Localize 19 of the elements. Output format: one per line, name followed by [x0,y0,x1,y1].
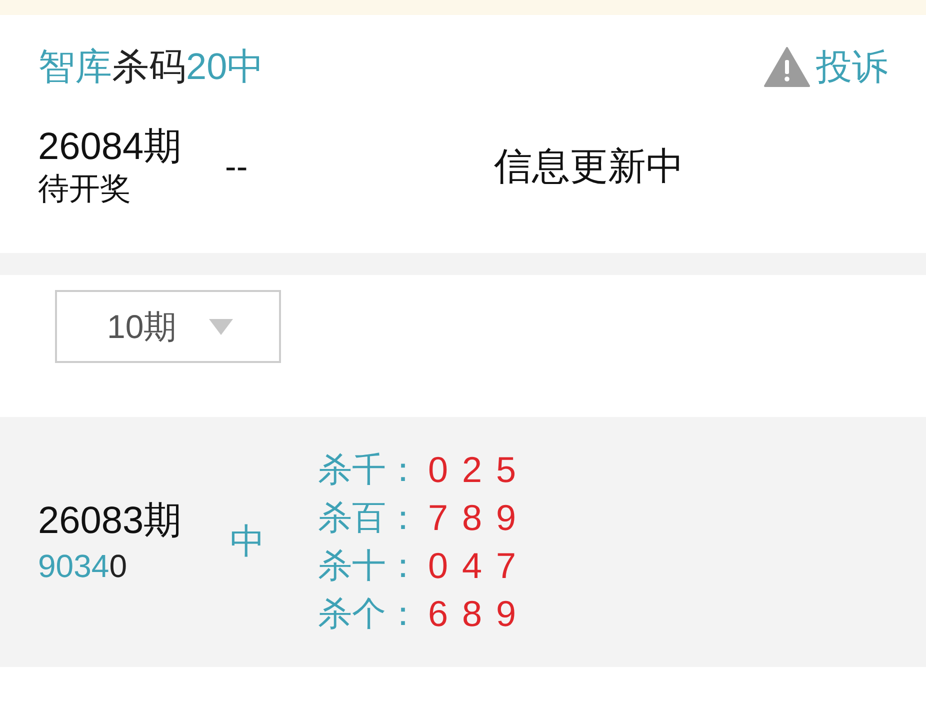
issue-number: 26083期 [38,499,182,543]
update-message: 信息更新中 [494,145,684,189]
caret-icon [208,318,233,334]
issue-number: 26084期 [38,125,183,169]
kill-numbers: 0 2 5 [428,450,518,490]
draw-status: 待开奖 [38,170,132,208]
kill-label: 杀个： [318,594,421,634]
kill-label: 杀十： [318,546,421,586]
outcome-label: 中 [230,522,265,562]
warning-icon [764,47,810,87]
kill-label: 杀千： [318,450,421,490]
kill-numbers: 7 8 9 [428,498,518,538]
kill-numbers: 0 4 7 [428,546,518,586]
draw-number: -- [225,147,248,187]
period-select[interactable]: 10期 [55,290,281,363]
page-title: 智库杀码20中 [38,47,264,87]
draw-number: 90340 [38,547,127,585]
kill-numbers: 6 8 9 [428,594,518,634]
kill-label: 杀百： [318,498,421,538]
